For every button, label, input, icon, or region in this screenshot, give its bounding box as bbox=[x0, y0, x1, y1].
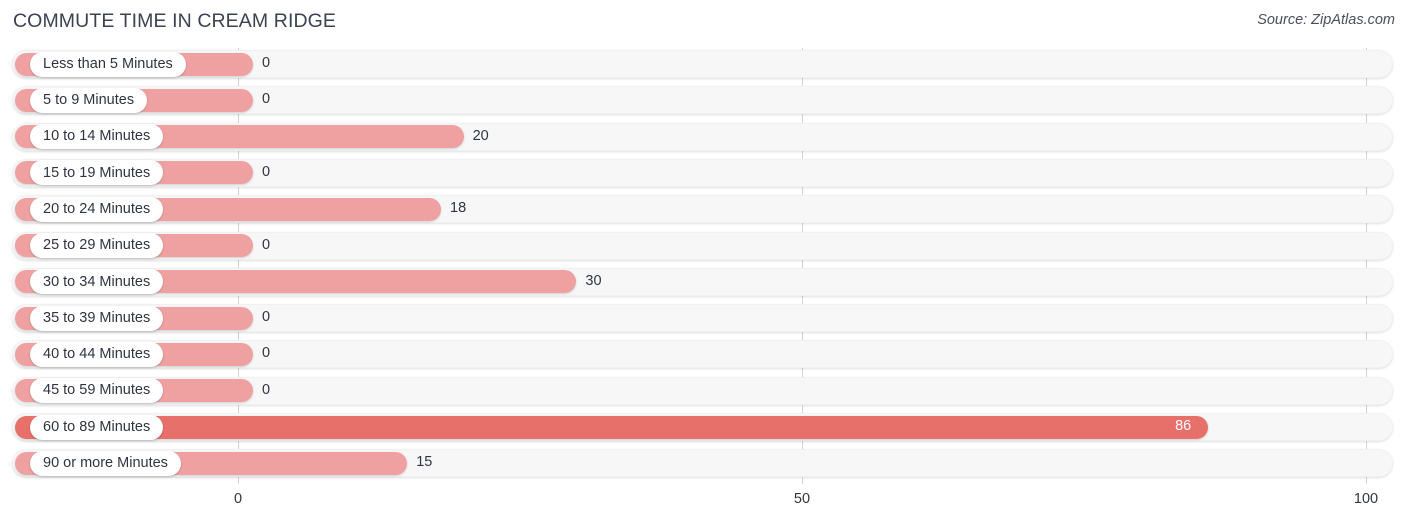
value-label: 0 bbox=[262, 309, 271, 326]
bar-row[interactable]: 40 to 44 Minutes 0 bbox=[0, 336, 1406, 372]
category-label: 35 to 39 Minutes bbox=[43, 309, 151, 326]
bar-row[interactable]: 35 to 39 Minutes 0 bbox=[0, 300, 1406, 336]
category-label: 10 to 14 Minutes bbox=[43, 128, 151, 145]
x-axis: 0 50 100 bbox=[0, 486, 1406, 523]
category-label: 40 to 44 Minutes bbox=[43, 346, 151, 363]
bar-rows: Less than 5 Minutes 0 5 to 9 Minutes 0 10 to… bbox=[0, 46, 1406, 486]
x-axis-tick-label: 100 bbox=[1353, 491, 1379, 507]
source-attribution: Source: ZipAtlas.com bbox=[1257, 12, 1395, 28]
value-label: 0 bbox=[262, 55, 271, 71]
bar-row[interactable]: 30 to 34 Minutes 30 bbox=[0, 264, 1406, 300]
category-label: 15 to 19 Minutes bbox=[43, 164, 151, 181]
category-label: 60 to 89 Minutes bbox=[43, 418, 151, 435]
chart-plot-area: Less than 5 Minutes 0 5 to 9 Minutes 0 10 to… bbox=[0, 46, 1406, 486]
bar-row[interactable]: 15 to 19 Minutes 0 bbox=[0, 155, 1406, 191]
bar-row[interactable]: 90 or more Minutes 15 bbox=[0, 445, 1406, 481]
value-label: 30 bbox=[585, 272, 602, 289]
category-label-pill: 40 to 44 Minutes bbox=[30, 341, 164, 367]
value-label: 0 bbox=[262, 236, 271, 253]
value-label-inside: 86 bbox=[1175, 418, 1192, 434]
category-label-pill: 45 to 59 Minutes bbox=[30, 378, 164, 404]
category-label: 25 to 29 Minutes bbox=[43, 237, 151, 254]
value-label: 0 bbox=[262, 381, 271, 398]
value-label: 0 bbox=[262, 163, 271, 180]
x-axis-tick-label: 0 bbox=[233, 491, 243, 507]
category-label: 90 or more Minutes bbox=[43, 455, 168, 472]
value-label: 15 bbox=[416, 454, 433, 471]
category-label-pill: 35 to 39 Minutes bbox=[30, 305, 164, 331]
category-label: Less than 5 Minutes bbox=[43, 55, 173, 72]
bar-row[interactable]: 25 to 29 Minutes 0 bbox=[0, 228, 1406, 264]
category-label-pill: 60 to 89 Minutes bbox=[30, 414, 164, 440]
category-label-pill: 15 to 19 Minutes bbox=[30, 160, 164, 186]
category-label-pill: 30 to 34 Minutes bbox=[30, 269, 164, 295]
value-label: 0 bbox=[262, 91, 271, 108]
bar-row[interactable]: 5 to 9 Minutes 0 bbox=[0, 82, 1406, 118]
category-label-pill: Less than 5 Minutes bbox=[30, 51, 186, 77]
category-label: 5 to 9 Minutes bbox=[43, 92, 135, 109]
bar-row[interactable]: 45 to 59 Minutes 0 bbox=[0, 373, 1406, 409]
category-label-pill: 20 to 24 Minutes bbox=[30, 196, 164, 222]
chart-header: COMMUTE TIME IN CREAM RIDGE Source: ZipA… bbox=[0, 0, 1406, 46]
category-label-pill: 25 to 29 Minutes bbox=[30, 233, 164, 258]
bar-row[interactable]: 20 to 24 Minutes 18 bbox=[0, 191, 1406, 227]
value-bar[interactable] bbox=[15, 415, 1209, 439]
bar-row[interactable]: 10 to 14 Minutes 20 bbox=[0, 119, 1406, 155]
bar-row[interactable]: 60 to 89 Minutes 86 bbox=[0, 409, 1406, 445]
category-label-pill: 90 or more Minutes bbox=[30, 450, 181, 476]
value-label: 18 bbox=[450, 200, 467, 217]
category-label: 30 to 34 Minutes bbox=[43, 273, 151, 290]
category-label: 20 to 24 Minutes bbox=[43, 200, 151, 217]
category-label: 45 to 59 Minutes bbox=[43, 382, 151, 399]
value-label: 20 bbox=[472, 127, 489, 144]
category-label-pill: 5 to 9 Minutes bbox=[30, 87, 148, 113]
page-title: COMMUTE TIME IN CREAM RIDGE bbox=[13, 10, 337, 32]
value-label: 0 bbox=[262, 345, 271, 362]
bar-row[interactable]: Less than 5 Minutes 0 bbox=[0, 46, 1406, 82]
x-axis-tick-label: 50 bbox=[793, 491, 811, 507]
category-label-pill: 10 to 14 Minutes bbox=[30, 124, 164, 150]
